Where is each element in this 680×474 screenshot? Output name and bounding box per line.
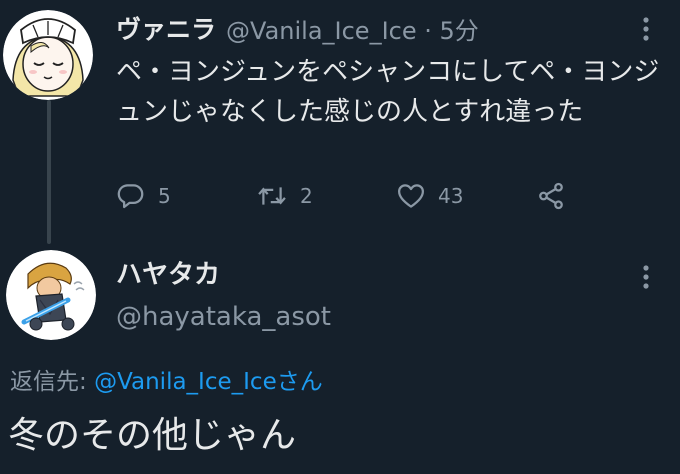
more-options-icon[interactable] — [642, 16, 650, 42]
reply-button[interactable]: 5 — [116, 178, 171, 214]
avatar-illustration-icon — [6, 250, 96, 340]
display-name[interactable]: ヴァニラ — [116, 10, 216, 46]
share-button[interactable] — [536, 178, 566, 214]
retweet-icon — [258, 187, 286, 205]
reply-mention-link[interactable]: @Vanila_Ice_Iceさん — [94, 369, 323, 395]
tweet-action-bar: 5 2 43 — [116, 178, 586, 214]
avatar[interactable] — [6, 250, 96, 340]
avatar[interactable] — [3, 10, 93, 100]
replying-to-line: 返信先: @Vanila_Ice_Iceさん — [10, 362, 323, 396]
tweet-header: ヴァニラ @Vanila_Ice_Ice · 5分 — [116, 6, 479, 50]
reply-count: 5 — [158, 184, 171, 208]
tweet-text: ペ・ヨンジュンをペシャンコにしてペ・ヨンジュンじゃなくした感じの人とすれ違った — [116, 57, 660, 127]
share-icon — [539, 182, 563, 210]
retweet-button[interactable]: 2 — [256, 178, 313, 214]
like-icon — [398, 184, 424, 208]
replying-to-label: 返信先: — [10, 369, 95, 395]
more-options-icon[interactable] — [642, 264, 650, 290]
like-count: 43 — [438, 184, 464, 208]
user-handle[interactable]: @hayataka_asot — [116, 302, 331, 332]
display-name[interactable]: ハヤタカ — [116, 254, 220, 291]
handle-and-timestamp[interactable]: @Vanila_Ice_Ice · 5分 — [226, 11, 479, 46]
retweet-count: 2 — [300, 184, 313, 208]
reply-icon — [117, 184, 144, 209]
avatar-illustration-icon — [3, 10, 93, 100]
like-button[interactable]: 43 — [396, 178, 463, 214]
tweet-text: 冬のその他じゃん — [8, 415, 297, 456]
thread-connector-line — [47, 100, 51, 244]
